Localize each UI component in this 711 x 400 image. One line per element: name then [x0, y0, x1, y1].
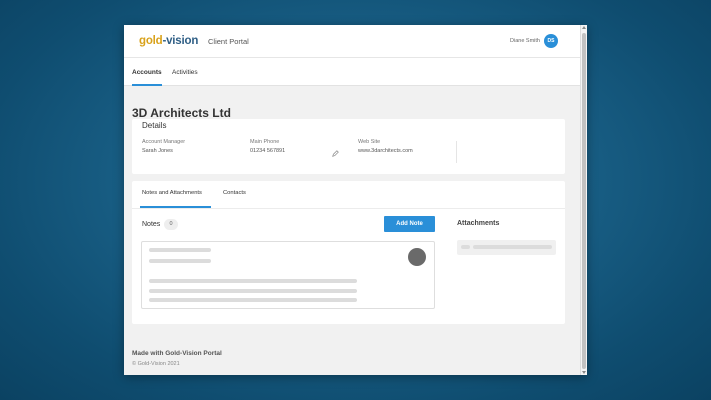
- top-bar: gold-vision Client Portal Diane Smith DS: [124, 25, 580, 58]
- add-note-button[interactable]: Add Note: [384, 216, 435, 232]
- skeleton-avatar: [408, 248, 426, 266]
- notes-attachments-card: Notes and Attachments Contacts Notes 0 A…: [132, 181, 565, 324]
- footer-made-with: Made with Gold-Vision Portal: [132, 350, 222, 357]
- logo-vision-text: -vision: [162, 35, 199, 47]
- user-name[interactable]: Diane Smith: [510, 38, 540, 44]
- skeleton-line: [473, 245, 552, 249]
- website-label: Web Site: [358, 139, 381, 145]
- scroll-up-arrow-icon[interactable]: [582, 26, 586, 29]
- tab-notes-and-attachments[interactable]: Notes and Attachments: [142, 190, 202, 196]
- vertical-scrollbar[interactable]: [580, 25, 587, 375]
- tab-accounts[interactable]: Accounts: [132, 69, 162, 76]
- skeleton-line: [149, 279, 357, 283]
- skeleton-line: [149, 289, 357, 293]
- notes-count-badge: 0: [164, 219, 178, 230]
- website-value[interactable]: www.3darchitects.com: [358, 148, 413, 154]
- notes-label: Notes: [142, 221, 161, 228]
- gold-vision-logo[interactable]: gold-vision: [139, 35, 198, 47]
- portal-title: Client Portal: [208, 37, 249, 46]
- footer-copyright: © Gold-Vision 2021: [132, 361, 180, 367]
- subtab-divider: [132, 208, 565, 209]
- skeleton-line: [461, 245, 470, 249]
- tab-activities[interactable]: Activities: [172, 69, 198, 76]
- main-phone-value: 01234 567891: [250, 148, 286, 154]
- skeleton-line: [149, 298, 357, 302]
- edit-pencil-icon[interactable]: [332, 150, 339, 157]
- user-avatar[interactable]: DS: [544, 34, 558, 48]
- skeleton-line: [149, 259, 211, 263]
- main-nav: Accounts Activities: [124, 58, 580, 86]
- active-tab-indicator: [132, 84, 162, 86]
- details-divider: [456, 141, 457, 163]
- scroll-down-arrow-icon[interactable]: [582, 371, 586, 374]
- account-manager-label: Account Manager: [142, 139, 186, 145]
- browser-window: gold-vision Client Portal Diane Smith DS…: [124, 25, 587, 375]
- details-card: Details Account Manager Sarah Jones Main…: [132, 119, 565, 174]
- logo-gold-text: gold: [139, 35, 163, 47]
- skeleton-line: [149, 248, 211, 252]
- details-title: Details: [142, 121, 167, 130]
- scrollbar-thumb[interactable]: [582, 33, 586, 369]
- tab-contacts[interactable]: Contacts: [223, 190, 246, 196]
- account-manager-value: Sarah Jones: [142, 148, 173, 154]
- attachment-loading-placeholder: [457, 240, 556, 255]
- attachments-label: Attachments: [457, 220, 500, 227]
- note-loading-placeholder: [141, 241, 435, 309]
- page-title: 3D Architects Ltd: [132, 106, 231, 120]
- main-phone-label: Main Phone: [250, 139, 280, 145]
